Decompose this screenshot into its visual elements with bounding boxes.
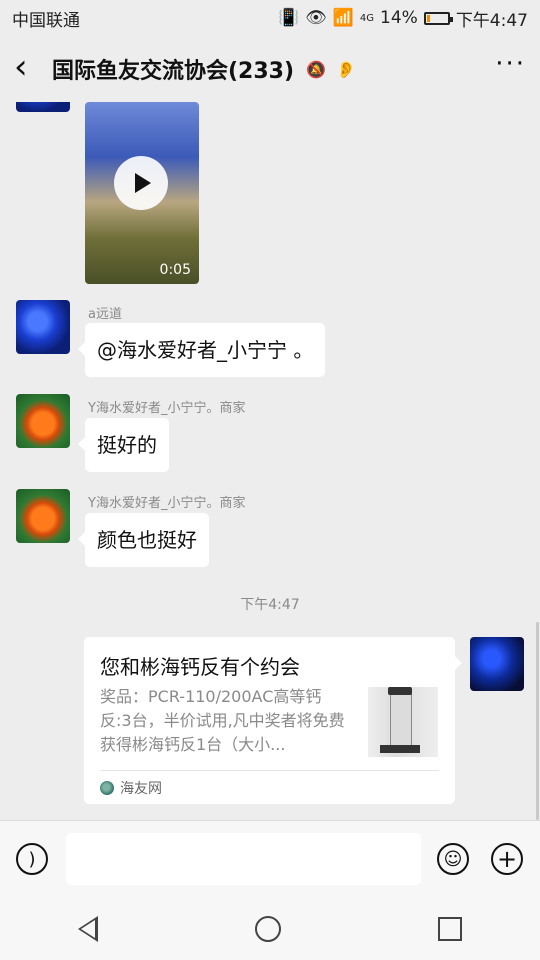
status-icons: 📳 👁 📶 4G 14% 下午4:47 xyxy=(278,6,528,31)
avatar[interactable] xyxy=(16,300,70,354)
card-thumbnail xyxy=(368,687,438,757)
card-source: 海友网 xyxy=(100,778,162,798)
avatar[interactable] xyxy=(16,394,70,448)
sender-name: a远道 xyxy=(88,307,122,322)
back-icon[interactable]: ‹ xyxy=(14,47,44,87)
eye-icon: 👁 xyxy=(305,8,327,28)
vibrate-icon: 📳 xyxy=(277,8,300,28)
card-source-label: 海友网 xyxy=(120,781,162,797)
video-message[interactable]: 0:05 xyxy=(85,102,199,284)
battery-icon xyxy=(423,11,453,25)
system-navigation xyxy=(0,898,540,960)
card-divider xyxy=(100,770,439,771)
chat-history[interactable]: 0:05 a远道 @海水爱好者_小宁宁 。 Y海水爱好者_小宁宁。商家 挺好的 … xyxy=(0,102,540,820)
add-icon[interactable]: + xyxy=(491,843,523,875)
earpiece-icon: 👂 xyxy=(335,59,356,79)
clock: 下午4:47 xyxy=(455,10,528,31)
input-bar: ) ☺ + xyxy=(0,820,540,898)
avatar[interactable] xyxy=(16,489,70,543)
card-title: 您和彬海钙反有个约会 xyxy=(100,655,300,679)
product-cap xyxy=(388,687,412,695)
sender-name: Y海水爱好者_小宁宁。商家 xyxy=(88,401,246,416)
message-bubble[interactable]: @海水爱好者_小宁宁 。 xyxy=(77,323,326,377)
avatar[interactable] xyxy=(16,102,70,112)
mute-bell-icon: 🔕 xyxy=(306,59,326,79)
battery-fill xyxy=(426,14,430,22)
status-bar: 中国联通 📳 👁 📶 4G 14% 下午4:47 xyxy=(0,0,540,36)
product-base xyxy=(380,745,420,753)
system-recent-icon[interactable] xyxy=(437,917,462,941)
message-bubble[interactable]: 颜色也挺好 xyxy=(78,513,209,567)
video-duration: 0:05 xyxy=(159,262,191,278)
battery-percent: 14% xyxy=(380,8,418,28)
product-tube xyxy=(390,691,412,749)
chat-header: ‹ 国际鱼友交流协会(233) 🔕 👂 ··· xyxy=(0,36,540,102)
chat-title-icons: 🔕 👂 xyxy=(306,60,356,79)
scrollbar[interactable] xyxy=(536,622,539,820)
chat-title: 国际鱼友交流协会(233) xyxy=(52,59,295,84)
wifi-icon: 📶 xyxy=(332,8,354,28)
network-label: 4G xyxy=(359,12,375,24)
message-input[interactable] xyxy=(66,833,421,885)
message-timestamp: 下午4:47 xyxy=(240,597,300,613)
sender-name: Y海水爱好者_小宁宁。商家 xyxy=(88,496,246,511)
link-card[interactable]: 您和彬海钙反有个约会 奖品：PCR-110/200AC高等钙反:3台，半价试用,… xyxy=(84,637,462,804)
emoji-icon[interactable]: ☺ xyxy=(437,843,469,875)
play-icon[interactable] xyxy=(114,156,168,210)
card-description: 奖品：PCR-110/200AC高等钙反:3台，半价试用,凡中奖者将免费获得彬海… xyxy=(100,687,345,754)
source-logo-icon xyxy=(100,781,114,795)
more-options-icon[interactable]: ··· xyxy=(495,49,526,79)
my-avatar[interactable] xyxy=(470,637,524,691)
message-bubble[interactable]: 挺好的 xyxy=(78,418,169,472)
system-back-icon[interactable] xyxy=(78,916,99,942)
carrier-label: 中国联通 xyxy=(12,10,80,31)
voice-input-icon[interactable]: ) xyxy=(16,843,48,875)
system-home-icon[interactable] xyxy=(254,916,281,942)
